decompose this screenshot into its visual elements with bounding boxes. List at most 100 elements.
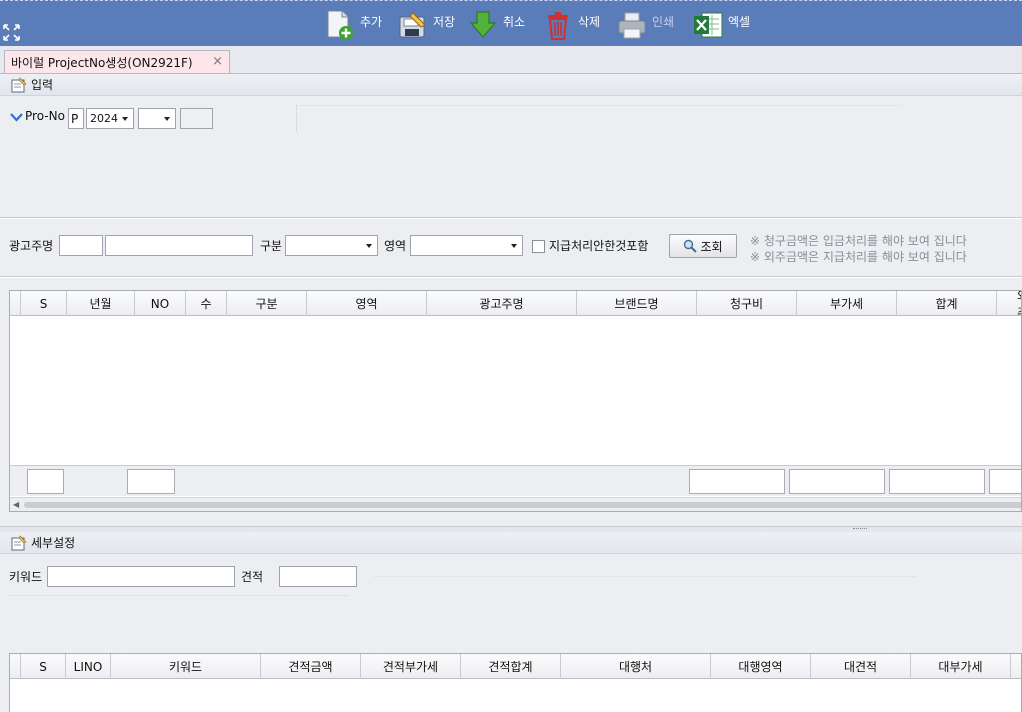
summary-cell (789, 469, 885, 494)
excel-button-label: 엑셀 (728, 14, 751, 29)
estimate-input[interactable] (279, 566, 357, 587)
keyword-input[interactable] (47, 566, 235, 587)
input-section-title: 입력 (31, 78, 54, 92)
separator (9, 595, 349, 596)
print-button[interactable]: 인쇄 (616, 7, 674, 43)
delete-button-label: 삭제 (578, 14, 601, 29)
add-document-icon (327, 10, 353, 40)
keyword-label: 키워드 (9, 570, 43, 584)
add-button[interactable]: 추가 (324, 7, 382, 43)
separator (300, 105, 900, 106)
column-header[interactable]: 외주 (997, 291, 1021, 320)
column-header[interactable]: 견적금액 (261, 654, 361, 679)
tab-viral-projectno[interactable]: 바이럴 ProjectNo생성(ON2921F) × (4, 50, 230, 73)
column-header[interactable]: 견적부가세 (361, 654, 461, 679)
detail-grid-header: S LINO 키워드 견적금액 견적부가세 견적합계 대행처 대행영역 대견적 … (10, 654, 1021, 679)
prono-year-select[interactable]: 2024 (86, 108, 134, 129)
printer-icon (618, 12, 646, 39)
scrollbar-thumb[interactable] (24, 502, 1021, 508)
column-header[interactable]: 수 (186, 291, 227, 316)
prono-seq-field (180, 108, 213, 129)
prono-label: Pro-No (25, 109, 65, 123)
input-section-header: 입력 (0, 74, 1022, 96)
search-icon (684, 239, 698, 253)
section-divider (0, 217, 1022, 219)
form-edit-icon (11, 76, 27, 92)
column-header-spacer (1011, 654, 1021, 679)
area-label: 영역 (384, 239, 407, 253)
detail-panel: 키워드 견적 (0, 555, 1022, 651)
scroll-left-icon[interactable]: ◀ (13, 500, 19, 509)
main-grid: S 년월 NO 수 구분 영역 광고주명 브랜드명 청구비 부가세 합계 외주 … (9, 290, 1022, 512)
chevron-down-icon[interactable] (10, 112, 23, 122)
add-button-label: 추가 (360, 14, 383, 29)
column-header[interactable]: 부가세 (797, 291, 897, 316)
prono-prefix-field[interactable]: P (68, 108, 84, 129)
column-header[interactable]: 브랜드명 (577, 291, 697, 316)
detail-section-title: 세부설정 (31, 536, 76, 550)
expand-icon[interactable] (2, 23, 21, 42)
column-header[interactable]: S (21, 291, 67, 316)
column-header[interactable]: 키워드 (111, 654, 261, 679)
delete-button[interactable]: 삭제 (542, 7, 600, 43)
billing-note: ※ 청구금액은 입금처리를 해야 보여 집니다 (750, 234, 967, 248)
summary-cell (27, 469, 64, 494)
category-label: 구분 (260, 239, 283, 253)
estimate-label: 견적 (241, 570, 264, 584)
column-header[interactable]: 영역 (307, 291, 427, 316)
column-header[interactable]: 구분 (227, 291, 307, 316)
main-toolbar: 추가 저장 취소 삭제 인쇄 엑셀 (0, 0, 1022, 46)
main-grid-horizontal-scrollbar[interactable]: ◀ (10, 497, 1021, 511)
prono-month-select[interactable] (138, 108, 176, 129)
search-panel: 광고주명 구분 영역 지급처리안한것포함 조회 ※ 청구금액은 입금처리를 해야… (0, 220, 1022, 276)
excel-button[interactable]: 엑셀 (692, 7, 750, 43)
detail-section-header: 세부설정 (0, 532, 1022, 554)
advertiser-code-input[interactable] (59, 235, 103, 256)
row-indicator-header (10, 291, 21, 316)
include-unpaid-label: 지급처리안한것포함 (549, 239, 649, 253)
excel-icon (694, 12, 723, 38)
main-grid-summary-row (10, 465, 1021, 496)
section-divider (0, 276, 1022, 278)
column-header[interactable]: NO (135, 291, 186, 316)
main-grid-header: S 년월 NO 수 구분 영역 광고주명 브랜드명 청구비 부가세 합계 외주 (10, 291, 1021, 320)
column-header[interactable]: LINO (66, 654, 111, 679)
category-select[interactable] (285, 235, 378, 256)
print-button-label: 인쇄 (652, 14, 675, 29)
cancel-button-label: 취소 (503, 14, 526, 29)
column-header[interactable]: 견적합계 (461, 654, 561, 679)
search-button-label: 조회 (700, 239, 723, 254)
column-header[interactable]: 대행영역 (711, 654, 811, 679)
cancel-button[interactable]: 취소 (467, 7, 525, 43)
save-icon (399, 12, 426, 38)
summary-cell (989, 469, 1021, 494)
column-header[interactable]: 광고주명 (427, 291, 577, 316)
tab-title: 바이럴 ProjectNo생성(ON2921F) (11, 55, 193, 70)
column-header[interactable]: 대행처 (561, 654, 711, 679)
row-indicator-header (10, 654, 21, 679)
save-button[interactable]: 저장 (397, 7, 455, 43)
search-button[interactable]: 조회 (669, 234, 737, 258)
area-select[interactable] (410, 235, 523, 256)
tab-close-icon[interactable]: × (212, 54, 223, 69)
document-tab-strip: 바이럴 ProjectNo생성(ON2921F) × (0, 46, 1022, 74)
save-button-label: 저장 (433, 14, 456, 29)
column-header[interactable]: 대견적 (811, 654, 911, 679)
trash-icon (548, 12, 568, 40)
advertiser-name-input[interactable] (105, 235, 253, 256)
outsourcing-note: ※ 외주금액은 지급처리를 해야 보여 집니다 (750, 250, 967, 264)
column-header[interactable]: 합계 (897, 291, 997, 316)
form-edit-icon (11, 534, 27, 550)
undo-arrow-icon (469, 11, 497, 38)
column-header[interactable]: 청구비 (697, 291, 797, 316)
detail-grid: S LINO 키워드 견적금액 견적부가세 견적합계 대행처 대행영역 대견적 … (9, 653, 1022, 712)
summary-cell (127, 469, 175, 494)
input-panel: Pro-No P 2024 (0, 97, 1022, 217)
splitter-grip (853, 528, 867, 530)
separator (296, 105, 297, 131)
column-header[interactable]: 년월 (67, 291, 135, 316)
include-unpaid-checkbox[interactable] (532, 240, 545, 253)
summary-cell (889, 469, 985, 494)
column-header[interactable]: 대부가세 (911, 654, 1011, 679)
column-header[interactable]: S (21, 654, 66, 679)
